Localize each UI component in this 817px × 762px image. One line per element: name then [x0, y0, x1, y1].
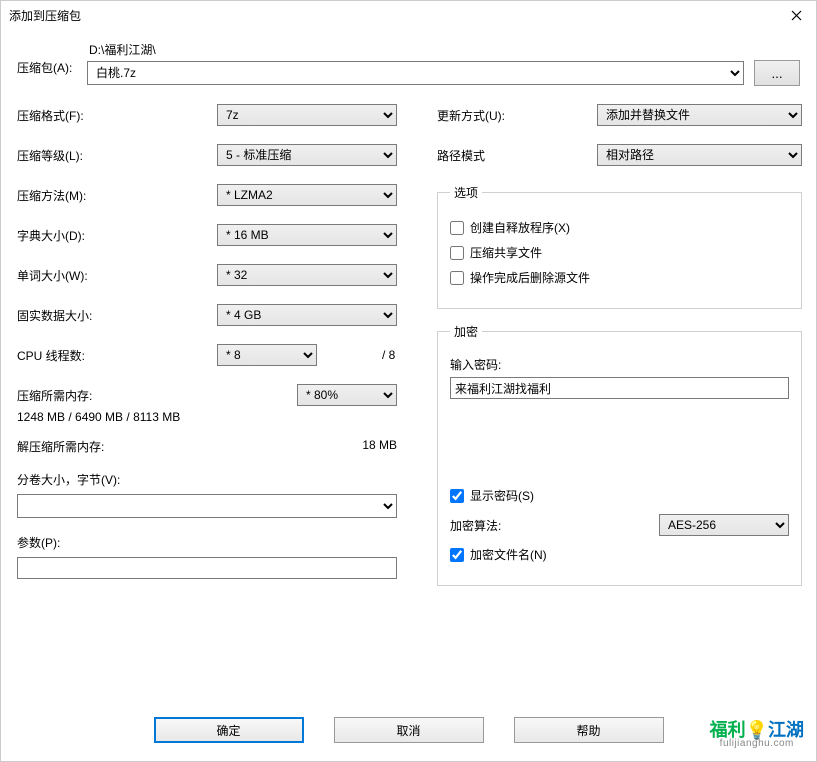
button-bar: 确定 取消 帮助 — [1, 717, 816, 743]
encnames-label: 加密文件名(N) — [470, 546, 547, 563]
shared-row[interactable]: 压缩共享文件 — [450, 244, 789, 261]
memcomp-select[interactable]: * 80% — [297, 384, 397, 406]
format-select[interactable]: 7z — [217, 104, 397, 126]
encalg-label: 加密算法: — [450, 517, 501, 534]
password-input[interactable] — [450, 377, 789, 399]
encnames-row[interactable]: 加密文件名(N) — [450, 546, 789, 563]
cancel-button[interactable]: 取消 — [334, 717, 484, 743]
close-icon — [791, 10, 802, 21]
encryption-legend: 加密 — [450, 323, 482, 340]
archive-row: 压缩包(A): D:\福利江湖\ 白桃.7z ... — [17, 41, 800, 86]
right-column: 更新方式(U):添加并替换文件 路径模式相对路径 选项 创建自释放程序(X) 压… — [437, 104, 802, 600]
close-button[interactable] — [776, 1, 816, 29]
wm-part2: 江湖 — [768, 720, 804, 740]
dict-label: 字典大小(D): — [17, 227, 217, 244]
format-label: 压缩格式(F): — [17, 107, 217, 124]
sfx-row[interactable]: 创建自释放程序(X) — [450, 219, 789, 236]
pathmode-label: 路径模式 — [437, 147, 597, 164]
help-button[interactable]: 帮助 — [514, 717, 664, 743]
browse-button[interactable]: ... — [754, 60, 800, 86]
volsize-select[interactable] — [17, 494, 397, 518]
sfx-label: 创建自释放程序(X) — [470, 219, 570, 236]
method-label: 压缩方法(M): — [17, 187, 217, 204]
threads-select[interactable]: * 8 — [217, 344, 317, 366]
watermark: 福利💡江湖 fulijianghu.com — [710, 721, 804, 749]
titlebar: 添加到压缩包 — [1, 1, 816, 29]
ok-button[interactable]: 确定 — [154, 717, 304, 743]
bulb-icon: 💡 — [746, 721, 768, 739]
left-column: 压缩格式(F):7z 压缩等级(L):5 - 标准压缩 压缩方法(M):* LZ… — [17, 104, 397, 600]
delete-label: 操作完成后删除源文件 — [470, 269, 590, 286]
level-select[interactable]: 5 - 标准压缩 — [217, 144, 397, 166]
dialog-content: 压缩包(A): D:\福利江湖\ 白桃.7z ... 压缩格式(F):7z 压缩… — [1, 29, 816, 612]
options-legend: 选项 — [450, 184, 482, 201]
wm-part1: 福利 — [710, 720, 746, 740]
delete-checkbox[interactable] — [450, 271, 464, 285]
update-label: 更新方式(U): — [437, 107, 597, 124]
params-label: 参数(P): — [17, 534, 397, 551]
sfx-checkbox[interactable] — [450, 221, 464, 235]
params-input[interactable] — [17, 557, 397, 579]
memdecomp-label: 解压缩所需内存: — [17, 438, 104, 455]
options-fieldset: 选项 创建自释放程序(X) 压缩共享文件 操作完成后删除源文件 — [437, 184, 802, 309]
word-select[interactable]: * 32 — [217, 264, 397, 286]
shared-label: 压缩共享文件 — [470, 244, 542, 261]
level-label: 压缩等级(L): — [17, 147, 217, 164]
volsize-label: 分卷大小，字节(V): — [17, 471, 397, 488]
encryption-fieldset: 加密 输入密码: 显示密码(S) 加密算法: AES-256 加密文件名(N) — [437, 323, 802, 586]
solid-select[interactable]: * 4 GB — [217, 304, 397, 326]
window-title: 添加到压缩包 — [9, 7, 81, 24]
archive-name-select[interactable]: 白桃.7z — [87, 61, 744, 85]
encnames-checkbox[interactable] — [450, 548, 464, 562]
encalg-select[interactable]: AES-256 — [659, 514, 789, 536]
dict-select[interactable]: * 16 MB — [217, 224, 397, 246]
showpwd-row[interactable]: 显示密码(S) — [450, 487, 789, 504]
memdecomp-value: 18 MB — [362, 438, 397, 455]
showpwd-label: 显示密码(S) — [470, 487, 534, 504]
archive-path: D:\福利江湖\ — [87, 41, 800, 58]
dialog-window: 添加到压缩包 压缩包(A): D:\福利江湖\ 白桃.7z ... 压缩格式(F… — [0, 0, 817, 762]
delete-row[interactable]: 操作完成后删除源文件 — [450, 269, 789, 286]
password-label: 输入密码: — [450, 356, 789, 373]
memcomp-label: 压缩所需内存: — [17, 387, 92, 404]
threads-label: CPU 线程数: — [17, 347, 217, 364]
showpwd-checkbox[interactable] — [450, 489, 464, 503]
method-select[interactable]: * LZMA2 — [217, 184, 397, 206]
wm-url: fulijianghu.com — [710, 739, 804, 749]
shared-checkbox[interactable] — [450, 246, 464, 260]
archive-label: 压缩包(A): — [17, 41, 77, 76]
word-label: 单词大小(W): — [17, 267, 217, 284]
memcomp-info: 1248 MB / 6490 MB / 8113 MB — [17, 410, 397, 424]
update-select[interactable]: 添加并替换文件 — [597, 104, 802, 126]
solid-label: 固实数据大小: — [17, 307, 217, 324]
threads-total: / 8 — [382, 348, 395, 362]
pathmode-select[interactable]: 相对路径 — [597, 144, 802, 166]
